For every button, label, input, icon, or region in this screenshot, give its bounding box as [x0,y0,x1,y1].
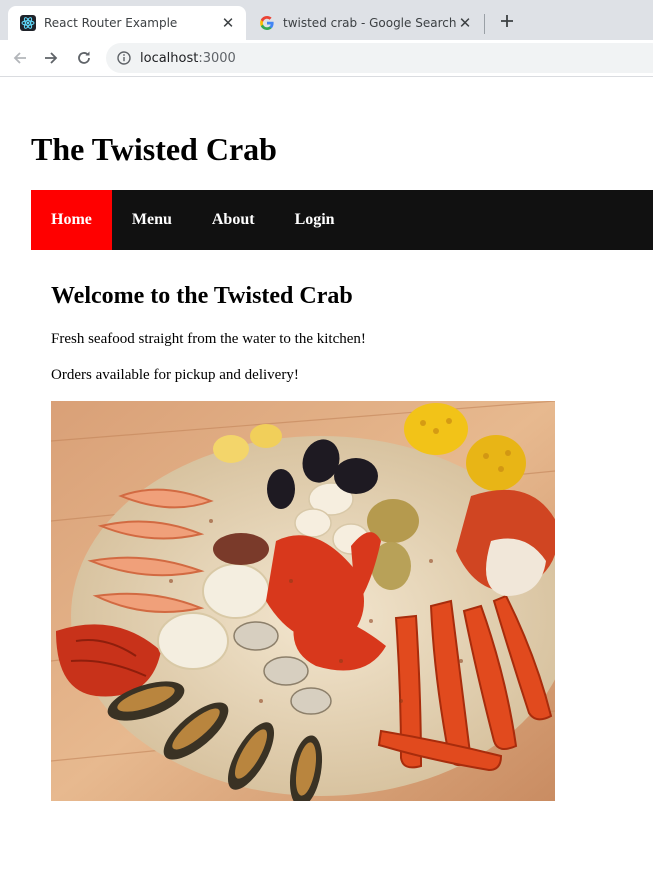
tab-divider [484,14,485,34]
browser-tab-strip: React Router Example ✕ twisted crab - Go… [0,0,653,40]
tab-title: twisted crab - Google Search [283,16,457,30]
site-title: The Twisted Crab [31,131,277,167]
page-content: The Twisted Crab Home Menu About Login W… [0,77,653,873]
nav-about[interactable]: About [192,190,275,250]
info-icon[interactable] [116,50,132,66]
close-tab-icon[interactable]: ✕ [457,14,473,32]
main-nav: Home Menu About Login [31,190,653,250]
orders-text: Orders available for pickup and delivery… [51,367,299,383]
plus-icon [501,15,513,27]
url-host: localhost [140,50,199,66]
arrow-left-icon [13,52,26,64]
tagline-text: Fresh seafood straight from the water to… [51,331,366,347]
address-bar[interactable]: localhost:3000 [106,43,653,73]
seafood-platter-image [51,401,555,801]
back-button[interactable] [7,46,33,70]
url-text: localhost:3000 [140,51,236,66]
react-icon [20,15,36,31]
nav-login[interactable]: Login [275,190,355,250]
close-tab-icon[interactable]: ✕ [220,14,236,32]
tab-google-search[interactable]: twisted crab - Google Search ✕ [247,6,483,40]
url-port: :3000 [198,50,236,66]
tab-title: React Router Example [44,16,178,30]
new-tab-button[interactable] [496,10,518,32]
reload-icon [78,51,90,64]
welcome-section: Welcome to the Twisted Crab Fresh seafoo… [51,283,611,383]
browser-toolbar: localhost:3000 [0,40,653,77]
nav-home[interactable]: Home [31,190,112,250]
reload-button[interactable] [71,46,97,70]
arrow-right-icon [45,52,58,64]
welcome-heading: Welcome to the Twisted Crab [51,283,353,309]
nav-menu[interactable]: Menu [112,190,192,250]
forward-button[interactable] [38,46,64,70]
tab-react-router-example[interactable]: React Router Example ✕ [8,6,246,40]
google-icon [259,15,275,31]
